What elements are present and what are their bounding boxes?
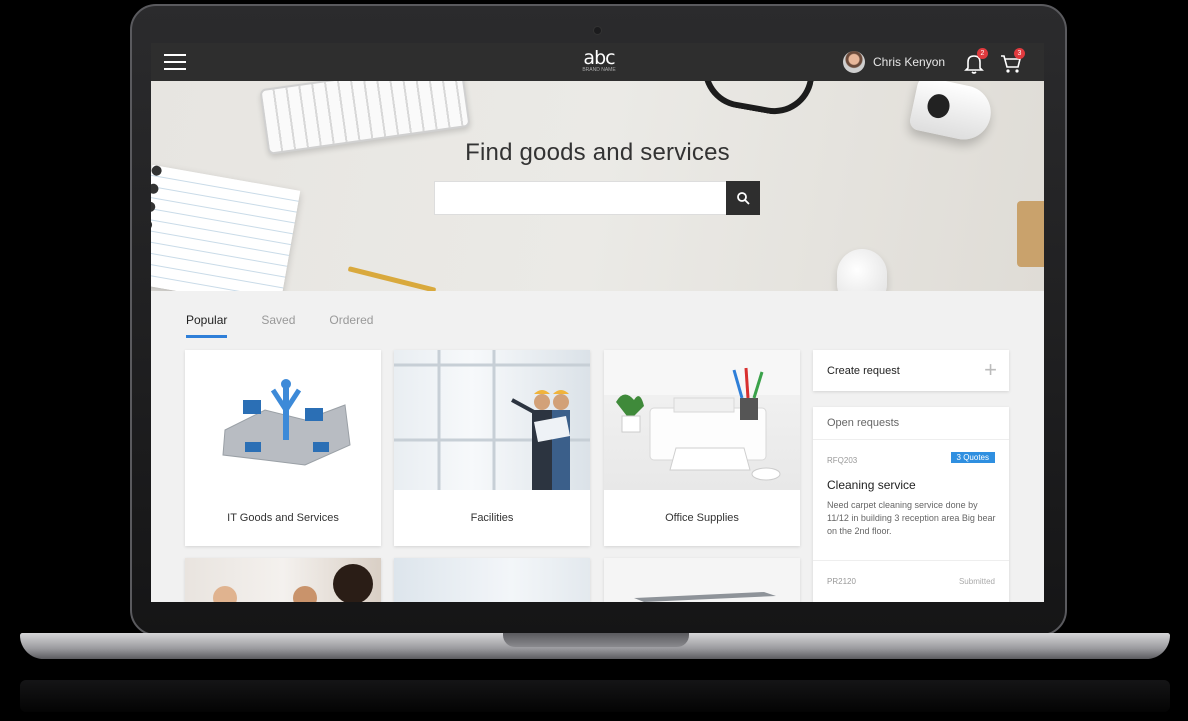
- category-card-office[interactable]: Office Supplies: [604, 350, 800, 546]
- user-name: Chris Kenyon: [873, 55, 946, 69]
- category-card-it[interactable]: IT Goods and Services: [185, 350, 381, 546]
- facilities-image: [394, 350, 590, 490]
- tab-popular[interactable]: Popular: [186, 313, 228, 338]
- cart-badge: 3: [1014, 48, 1025, 59]
- search-icon: [737, 192, 750, 205]
- category-label: IT Goods and Services: [227, 512, 339, 524]
- office-supplies-image: [604, 350, 800, 490]
- mouse-illustration: [837, 249, 887, 291]
- laptop-reflection: [20, 680, 1170, 712]
- travel-image: [604, 558, 800, 602]
- notifications-button[interactable]: 2: [962, 48, 988, 75]
- office-room-image: [394, 558, 590, 602]
- plus-icon: +: [984, 357, 997, 382]
- category-card-row2-1[interactable]: [185, 558, 381, 602]
- avatar: [843, 51, 865, 73]
- category-card-row2-3[interactable]: [604, 558, 800, 602]
- create-request-label: Create request: [827, 365, 900, 377]
- notebook-illustration: [151, 164, 301, 291]
- category-label: Office Supplies: [665, 512, 739, 524]
- request-code: RFQ203: [827, 456, 858, 465]
- category-label: Facilities: [470, 512, 514, 524]
- pencil-illustration: [347, 266, 437, 291]
- app-header: abc BRAND NAME Chris Kenyon 2 3: [151, 43, 1044, 81]
- it-goods-image: [185, 350, 381, 490]
- notifications-badge: 2: [977, 48, 988, 59]
- status-badge: Submitted: [958, 577, 995, 586]
- tab-saved[interactable]: Saved: [261, 313, 295, 338]
- request-title: Cleaning service: [827, 478, 916, 492]
- speaker-illustration: [908, 81, 996, 145]
- hamburger-menu-icon[interactable]: [164, 54, 186, 70]
- request-item[interactable]: PR2120 Submitted: [813, 561, 1009, 602]
- user-menu[interactable]: Chris Kenyon: [843, 51, 945, 73]
- screen: abc BRAND NAME Chris Kenyon 2 3 Find goo…: [151, 43, 1044, 602]
- category-card-facilities[interactable]: Facilities: [394, 350, 590, 546]
- box-illustration: [1017, 201, 1044, 267]
- glasses-illustration: [696, 81, 814, 121]
- catalog-tabs: Popular Saved Ordered: [186, 313, 407, 338]
- search-bar: [434, 181, 760, 215]
- create-request-button[interactable]: Create request +: [813, 350, 1009, 391]
- logo-subtext: BRAND NAME: [582, 67, 616, 73]
- open-requests-header: Open requests: [827, 417, 900, 429]
- cart-button[interactable]: 3: [999, 48, 1025, 75]
- hero-banner: Find goods and services: [151, 81, 1044, 291]
- laptop-notch: [503, 633, 689, 647]
- request-description: Need carpet cleaning service done by 11/…: [827, 500, 996, 536]
- tab-ordered[interactable]: Ordered: [329, 313, 373, 338]
- category-card-row2-2[interactable]: [394, 558, 590, 602]
- brand-logo[interactable]: abc BRAND NAME: [579, 49, 619, 75]
- webcam: [593, 26, 602, 35]
- search-button[interactable]: [726, 181, 760, 215]
- request-code: PR2120: [827, 577, 856, 586]
- quotes-badge: 3 Quotes: [950, 452, 995, 463]
- meeting-image: [185, 558, 381, 602]
- logo-text: abc: [583, 47, 615, 69]
- page-title: Find goods and services: [465, 139, 730, 166]
- search-input[interactable]: [434, 181, 726, 215]
- request-item[interactable]: RFQ203 3 Quotes Cleaning service Need ca…: [813, 440, 1009, 560]
- open-requests-panel: Open requests RFQ203 3 Quotes Cleaning s…: [813, 407, 1009, 602]
